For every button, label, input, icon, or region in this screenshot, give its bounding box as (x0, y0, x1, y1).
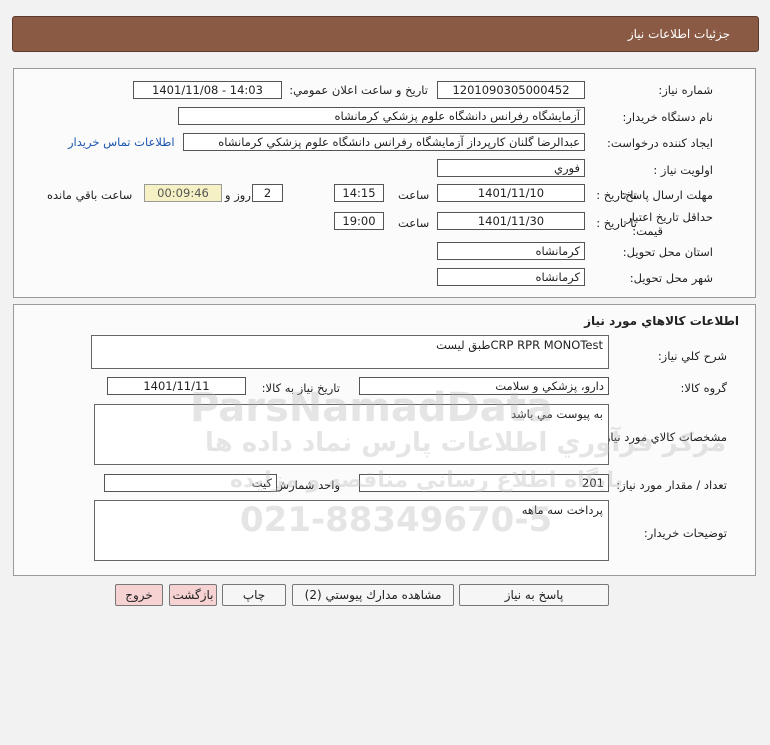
validity-label: حداقل تاريخ اعتبار (626, 210, 713, 224)
need-info-panel: شماره نياز: 1201090305000452 تاريخ و ساع… (13, 68, 756, 298)
goods-group-field: دارو، پزشكي و سلامت (359, 377, 609, 395)
requester-field: عبدالرضا گلنان کارپرداز آزمايشگاه رفرانس… (183, 133, 585, 151)
days-remaining-field: 2 (252, 184, 283, 202)
deadline-to-label: تا تاريخ : (596, 188, 637, 202)
requester-label: ايجاد كننده درخواست: (607, 136, 713, 150)
remaining-time-label: ساعت باقي مانده (47, 188, 133, 202)
reply-button[interactable]: پاسخ به نياز (459, 584, 609, 606)
buyer-org-field: آزمايشگاه رفرانس دانشگاه علوم پزشكي كرما… (178, 107, 585, 125)
city-field: كرمانشاه (437, 268, 585, 286)
deadline-time-field: 14:15 (334, 184, 384, 202)
announce-date-label: تاريخ و ساعت اعلان عمومي: (289, 83, 428, 97)
province-label: استان محل تحويل: (622, 245, 713, 259)
unit-field: كيت (104, 474, 277, 492)
goods-group-label: گروه كالا: (680, 381, 727, 395)
need-number-label: شماره نياز: (658, 83, 713, 97)
priority-field: فوري (437, 159, 585, 177)
deadline-time-label: ساعت (398, 188, 430, 202)
priority-label: اولويت نياز : (653, 163, 713, 177)
buyer-org-label: نام دستگاه خريدار: (622, 110, 713, 124)
validity-time-label: ساعت (398, 216, 430, 230)
view-documents-button[interactable]: مشاهده مدارك پيوستي (2) (292, 584, 454, 606)
province-field: كرمانشاه (437, 242, 585, 260)
need-date-field: 1401/11/11 (107, 377, 246, 395)
buyer-notes-field: پرداخت سه ماهه (94, 500, 609, 561)
page-title: جزئيات اطلاعات نياز (627, 27, 730, 41)
buyer-contact-link[interactable]: اطلاعات تماس خريدار (68, 135, 175, 149)
exit-button[interactable]: خروج (115, 584, 163, 606)
specs-label: مشخصات كالاي مورد نياز: (600, 430, 727, 444)
goods-info-panel: اطلاعات كالاهاي مورد نياز شرح كلي نياز: … (13, 304, 756, 576)
need-number-field: 1201090305000452 (437, 81, 585, 99)
validity-date-field: 1401/11/30 (437, 212, 585, 230)
buyer-notes-label: توضيحات خريدار: (643, 526, 727, 540)
summary-label: شرح كلي نياز: (657, 349, 727, 363)
page-header: جزئيات اطلاعات نياز (12, 16, 759, 52)
need-date-label: تاريخ نياز به كالا: (261, 381, 340, 395)
unit-label: واحد شمارش: (271, 478, 340, 492)
summary-field: CRP RPR MONOTestطبق ليست (91, 335, 609, 369)
specs-field: به پيوست مي باشد (94, 404, 609, 465)
back-button[interactable]: بازگشت (169, 584, 217, 606)
validity-time-field: 19:00 (334, 212, 384, 230)
qty-field: 201 (359, 474, 609, 492)
print-button[interactable]: چاپ (222, 584, 286, 606)
validity-to-label: تا تاريخ : (596, 216, 637, 230)
announce-date-field: 1401/11/08 - 14:03 (133, 81, 282, 99)
remaining-time-field: 00:09:46 (144, 184, 222, 202)
deadline-date-field: 1401/11/10 (437, 184, 585, 202)
qty-label: تعداد / مقدار مورد نياز: (616, 478, 727, 492)
days-label: روز و (225, 188, 251, 202)
city-label: شهر محل تحويل: (629, 271, 713, 285)
goods-section-title: اطلاعات كالاهاي مورد نياز (584, 314, 739, 328)
